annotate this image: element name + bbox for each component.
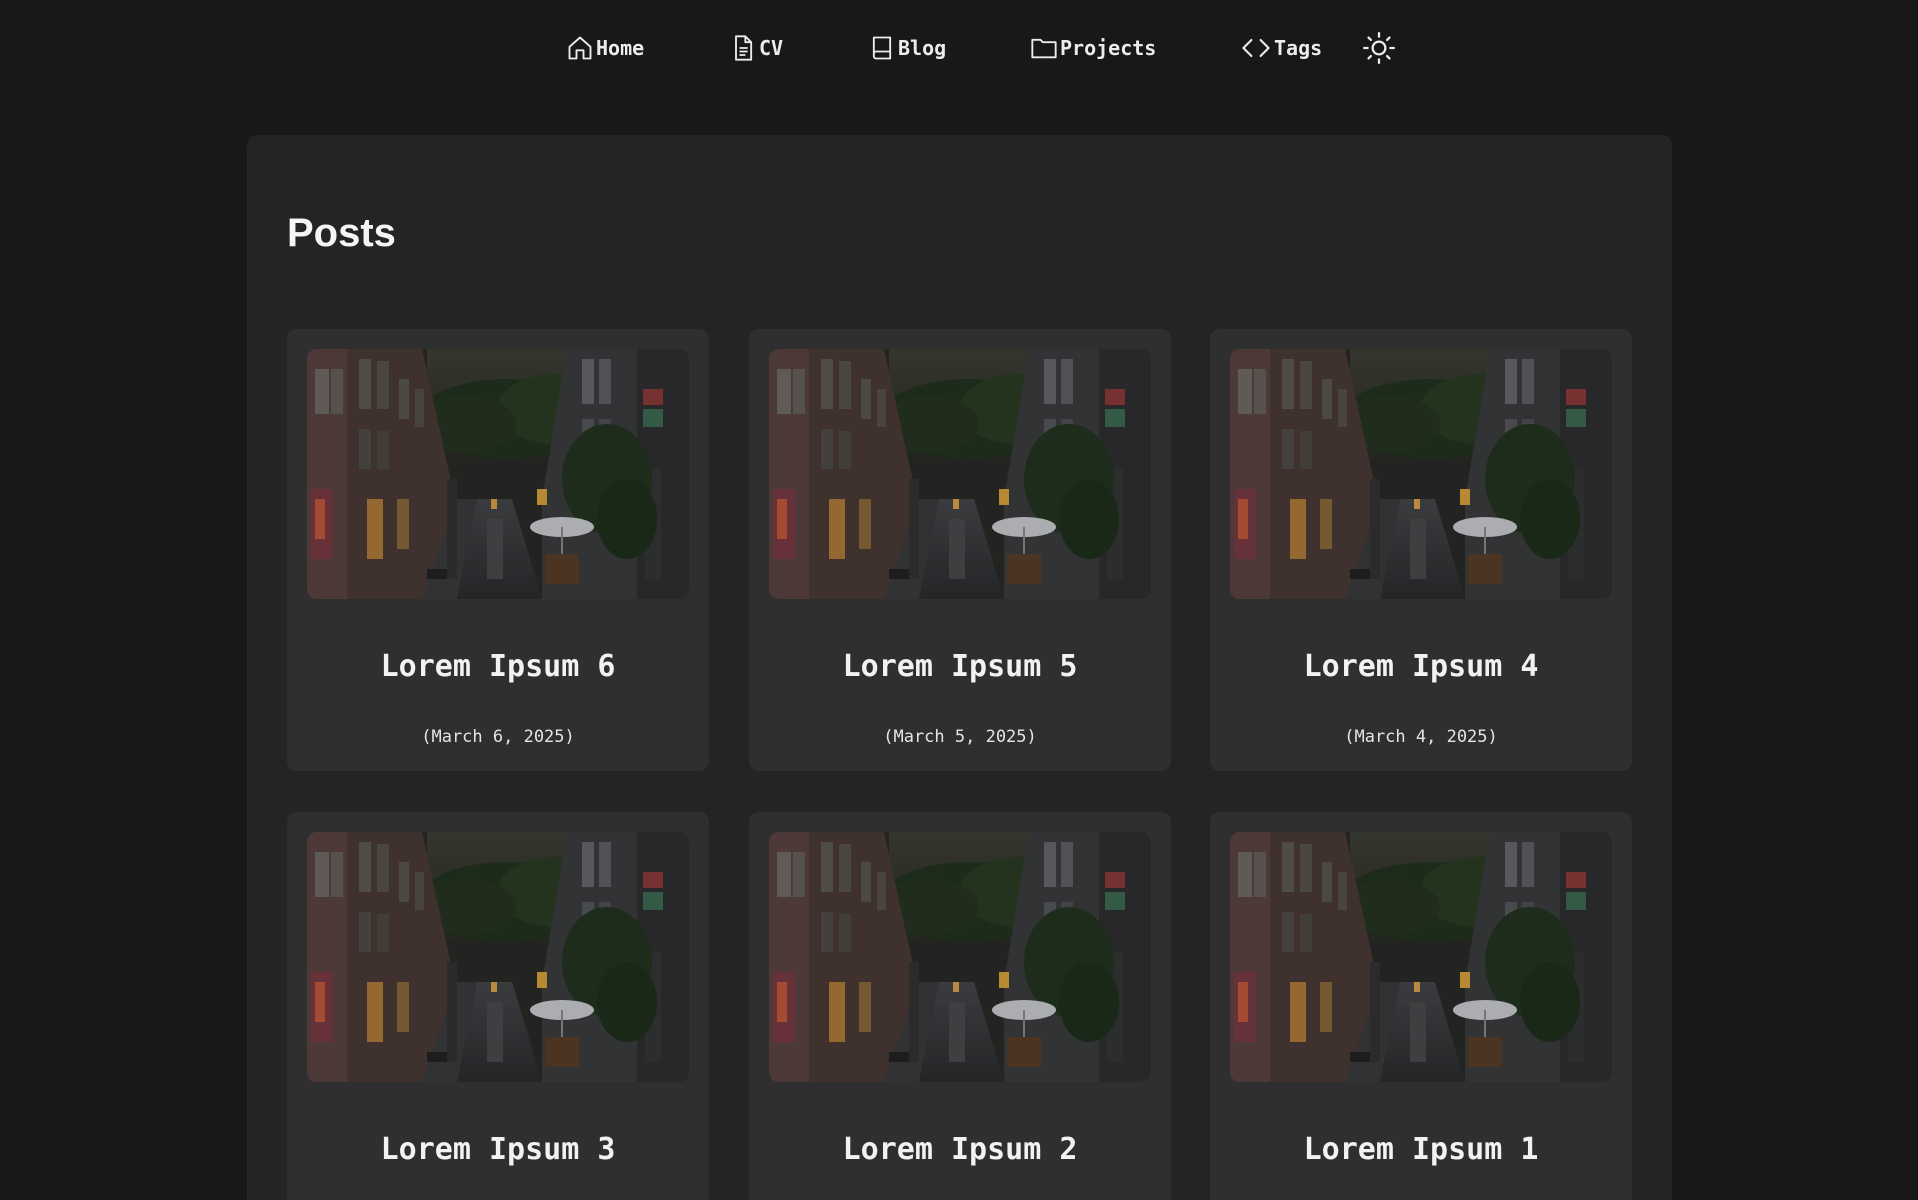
post-title: Lorem Ipsum 6 bbox=[380, 649, 616, 684]
post-thumbnail bbox=[1230, 349, 1612, 599]
post-card[interactable]: Lorem Ipsum 6 (March 6, 2025) bbox=[287, 329, 709, 771]
post-date: (March 5, 2025) bbox=[883, 727, 1037, 747]
nav-blog-label: Blog bbox=[898, 36, 947, 60]
nav-blog[interactable]: Blog bbox=[868, 26, 946, 70]
top-navigation: Home CV Blog Projects Tags bbox=[0, 26, 1918, 70]
post-title: Lorem Ipsum 4 bbox=[1303, 649, 1539, 684]
post-card[interactable]: Lorem Ipsum 4 (March 4, 2025) bbox=[1210, 329, 1632, 771]
nav-cv[interactable]: CV bbox=[729, 26, 783, 70]
post-thumbnail bbox=[769, 832, 1151, 1082]
post-thumbnail bbox=[307, 349, 689, 599]
post-card[interactable]: Lorem Ipsum 3 bbox=[287, 812, 709, 1200]
post-card[interactable]: Lorem Ipsum 1 bbox=[1210, 812, 1632, 1200]
folder-icon bbox=[1031, 38, 1057, 59]
nav-home-label: Home bbox=[596, 36, 645, 60]
nav-projects-label: Projects bbox=[1060, 36, 1157, 60]
home-icon bbox=[568, 36, 592, 60]
post-card[interactable]: Lorem Ipsum 5 (March 5, 2025) bbox=[749, 329, 1171, 771]
post-title: Lorem Ipsum 5 bbox=[842, 649, 1078, 684]
nav-projects[interactable]: Projects bbox=[1030, 26, 1156, 70]
posts-panel: Posts Lorem Ipsum 6 (March 6, 2025) Lore… bbox=[247, 135, 1672, 1200]
nav-tags-label: Tags bbox=[1274, 36, 1323, 60]
post-card[interactable]: Lorem Ipsum 2 bbox=[749, 812, 1171, 1200]
nav-home[interactable]: Home bbox=[566, 26, 644, 70]
post-date: (March 4, 2025) bbox=[1344, 727, 1498, 747]
sun-icon bbox=[1362, 31, 1396, 65]
post-thumbnail bbox=[769, 349, 1151, 599]
post-title: Lorem Ipsum 2 bbox=[842, 1132, 1078, 1167]
post-date: (March 6, 2025) bbox=[421, 727, 575, 747]
nav-tags[interactable]: Tags bbox=[1240, 26, 1322, 70]
theme-toggle-button[interactable] bbox=[1362, 31, 1396, 65]
post-thumbnail bbox=[307, 832, 689, 1082]
document-icon bbox=[735, 35, 753, 61]
post-thumbnail bbox=[1230, 832, 1612, 1082]
nav-cv-label: CV bbox=[759, 36, 784, 60]
post-title: Lorem Ipsum 3 bbox=[380, 1132, 616, 1167]
book-icon bbox=[872, 36, 892, 60]
page-title: Posts bbox=[287, 211, 396, 255]
post-title: Lorem Ipsum 1 bbox=[1303, 1132, 1539, 1167]
code-icon bbox=[1242, 38, 1270, 58]
